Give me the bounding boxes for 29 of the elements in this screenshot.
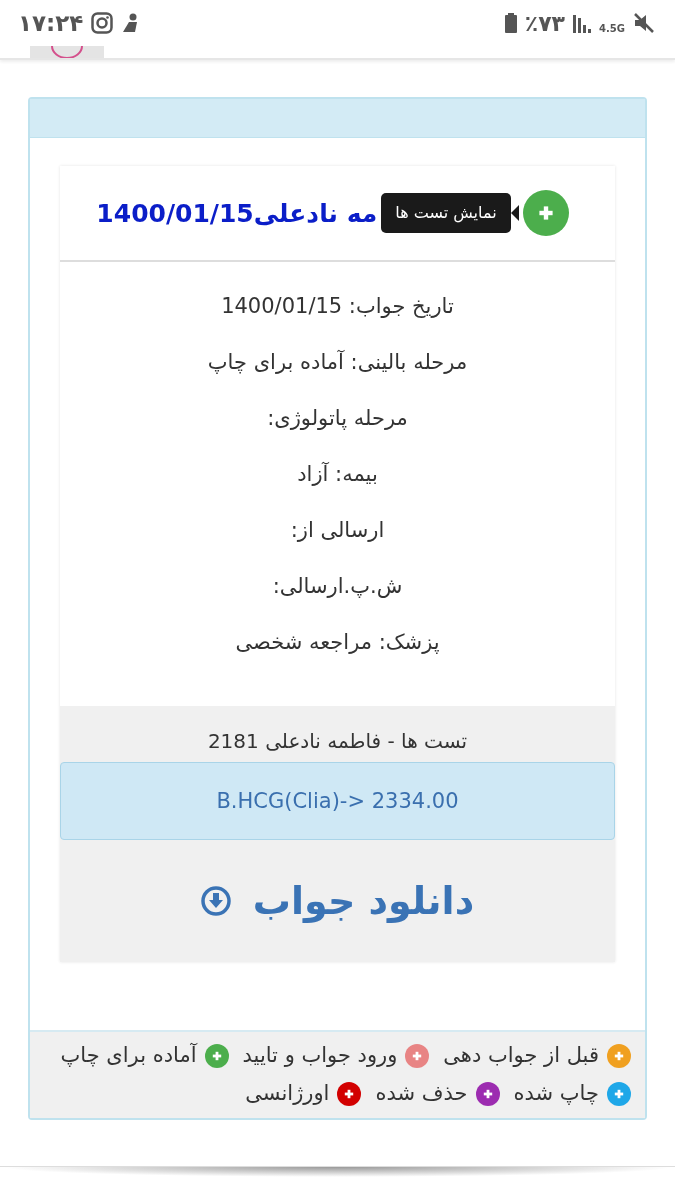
legend-label: قبل از جواب دهی xyxy=(443,1043,599,1067)
test-result: B.HCG(Clia)-> 2334.00 xyxy=(60,762,615,840)
field-text: تاریخ جواب: 1400/01/15 xyxy=(220,293,455,320)
field-text: پزشک: مراجعه شخصی xyxy=(234,629,441,656)
battery-percent: ٪۷۳ xyxy=(524,10,566,36)
network-type: 4.5G xyxy=(599,22,625,34)
legend-label: آماده برای چاپ xyxy=(60,1043,197,1067)
field-text: ارسالی از: xyxy=(289,517,386,544)
download-icon xyxy=(200,886,231,916)
record-title[interactable]: مه نادعلی1400/01/15 xyxy=(96,198,378,228)
mute-icon xyxy=(633,12,655,34)
field-text: مرحله پاتولوژی: xyxy=(266,405,409,432)
legend-label: ورود جواب و تایید xyxy=(242,1043,398,1067)
tooltip: نمایش تست ها xyxy=(381,193,511,233)
field-text: ش.پ.ارسالی: xyxy=(271,573,404,600)
clock: ۱۷:۲۴ xyxy=(18,10,84,36)
plus-icon xyxy=(612,1049,626,1063)
plus-icon xyxy=(612,1087,626,1101)
field-text: مرحله بالینی: آماده برای چاپ xyxy=(206,349,469,376)
download-link[interactable]: دانلود جواب xyxy=(252,879,475,923)
signal-icon xyxy=(573,13,592,33)
battery-icon xyxy=(504,13,517,33)
legend-label: اورژانسی xyxy=(245,1081,330,1105)
expand-button[interactable] xyxy=(522,190,569,236)
tests-heading: تست ها - فاطمه نادعلی 2181 xyxy=(206,728,469,755)
legend-label: حذف شده xyxy=(375,1081,468,1105)
legend-label: چاپ شده xyxy=(513,1081,599,1105)
camera-icon xyxy=(91,12,114,34)
field-text: بیمه: آزاد xyxy=(296,461,379,488)
